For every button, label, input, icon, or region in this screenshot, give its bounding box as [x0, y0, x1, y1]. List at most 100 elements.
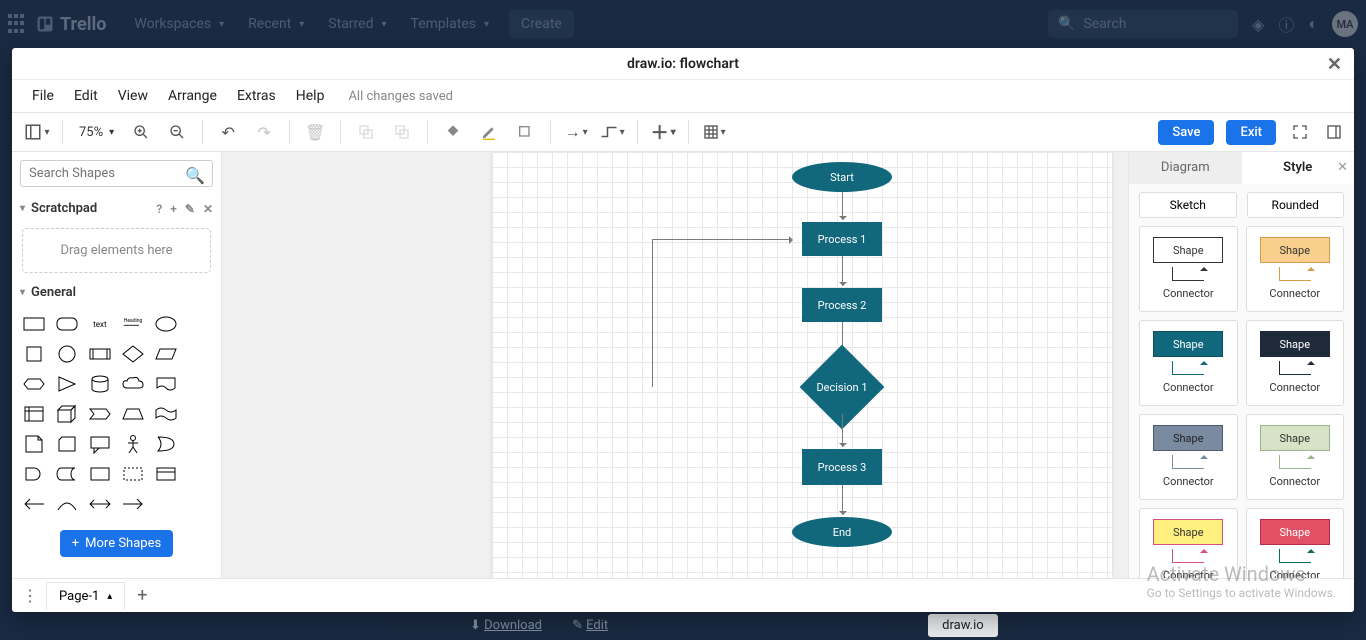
page-menu-button[interactable]: ⋮	[18, 584, 42, 608]
shape-cube[interactable]	[51, 400, 82, 428]
zoom-out-button[interactable]	[162, 118, 192, 146]
to-front-button[interactable]	[351, 118, 381, 146]
rounded-toggle[interactable]: Rounded	[1247, 192, 1345, 218]
delete-button[interactable]: 🗑	[300, 118, 330, 146]
menu-arrange[interactable]: Arrange	[160, 84, 225, 108]
more-shapes-button[interactable]: +More Shapes	[60, 530, 173, 557]
menu-view[interactable]: View	[110, 84, 156, 108]
connection-button[interactable]: →▾	[561, 118, 591, 146]
canvas[interactable]: Start Process 1 Process 2 Decision 1 Pro…	[222, 152, 1128, 578]
shadow-button[interactable]	[510, 118, 540, 146]
panel-close-icon[interactable]: ✕	[1337, 160, 1348, 175]
scratchpad-dropzone[interactable]: Drag elements here	[22, 228, 211, 273]
line-color-button[interactable]	[474, 118, 504, 146]
fc-decision-1[interactable]: Decision 1	[792, 362, 892, 412]
nav-recent[interactable]: Recent▾	[238, 10, 314, 38]
style-swatch-6[interactable]: ShapeConnector	[1139, 508, 1238, 578]
format-panel-toggle[interactable]	[1324, 122, 1344, 142]
style-swatch-7[interactable]: ShapeConnector	[1246, 508, 1345, 578]
nav-workspaces[interactable]: Workspaces▾	[124, 10, 234, 38]
shape-text[interactable]: text	[84, 310, 115, 338]
download-link[interactable]: ⬇ Download	[470, 618, 542, 633]
help-icon[interactable]: ⓘ	[1278, 12, 1294, 36]
fc-start[interactable]: Start	[792, 162, 892, 192]
shape-cloud[interactable]	[117, 370, 148, 398]
shape-arrow-right[interactable]	[117, 490, 148, 518]
scratchpad-help-icon[interactable]: ?	[156, 202, 162, 216]
table-button[interactable]: ▾	[699, 118, 729, 146]
style-swatch-0[interactable]: ShapeConnector	[1139, 226, 1238, 312]
shape-data-storage[interactable]	[51, 460, 82, 488]
view-mode-button[interactable]: ▾	[22, 118, 52, 146]
shape-note[interactable]	[18, 430, 49, 458]
scratchpad-edit-icon[interactable]: ✎	[185, 202, 195, 216]
shape-blank4[interactable]	[184, 400, 215, 428]
sketch-toggle[interactable]: Sketch	[1139, 192, 1237, 218]
nav-templates[interactable]: Templates▾	[401, 10, 500, 38]
menu-extras[interactable]: Extras	[229, 84, 284, 108]
page-tab-1[interactable]: Page-1▴	[46, 582, 125, 610]
search-shapes-input[interactable]	[20, 160, 213, 187]
tab-diagram[interactable]: Diagram	[1129, 152, 1242, 184]
shape-curve[interactable]	[51, 490, 82, 518]
apps-switcher-icon[interactable]	[8, 14, 28, 34]
shape-or[interactable]	[151, 430, 182, 458]
zoom-in-button[interactable]	[126, 118, 156, 146]
shape-document[interactable]	[151, 370, 182, 398]
shape-ellipse[interactable]	[151, 310, 182, 338]
fc-process-2[interactable]: Process 2	[802, 288, 882, 322]
shape-tape[interactable]	[151, 400, 182, 428]
theme-icon[interactable]: ◐	[1308, 14, 1318, 34]
shape-blank6[interactable]	[184, 460, 215, 488]
drawio-card[interactable]: draw.io	[928, 614, 998, 637]
zoom-level[interactable]: 75%▾	[73, 121, 120, 144]
shape-internal-storage[interactable]	[18, 400, 49, 428]
shape-blank3[interactable]	[184, 370, 215, 398]
edit-link[interactable]: Edit	[586, 618, 608, 633]
add-page-button[interactable]: +	[129, 583, 155, 609]
style-swatch-3[interactable]: ShapeConnector	[1246, 320, 1345, 406]
fill-color-button[interactable]	[438, 118, 468, 146]
shape-trapezoid[interactable]	[117, 400, 148, 428]
fc-process-1[interactable]: Process 1	[802, 222, 882, 256]
shape-circle[interactable]	[51, 340, 82, 368]
fc-end[interactable]: End	[792, 517, 892, 547]
shape-rounded-rectangle[interactable]	[51, 310, 82, 338]
exit-button[interactable]: Exit	[1226, 120, 1276, 145]
search-icon[interactable]: 🔍	[185, 166, 205, 185]
shape-container3[interactable]	[151, 460, 182, 488]
scratchpad-header[interactable]: ▾ Scratchpad ?+✎✕	[12, 195, 221, 222]
shape-textbox[interactable]: Heading━━━━━	[117, 310, 148, 338]
shape-callout[interactable]	[84, 430, 115, 458]
scratchpad-close-icon[interactable]: ✕	[203, 202, 213, 216]
shape-rectangle[interactable]	[18, 310, 49, 338]
general-header[interactable]: ▾ General	[12, 279, 221, 306]
menu-help[interactable]: Help	[288, 84, 333, 108]
insert-button[interactable]: ＋▾	[648, 118, 678, 146]
avatar[interactable]: MA	[1332, 11, 1358, 37]
shape-arrow-bidir[interactable]	[84, 490, 115, 518]
shape-container2[interactable]	[117, 460, 148, 488]
shape-arrow-left[interactable]	[18, 490, 49, 518]
shape-step[interactable]	[84, 400, 115, 428]
style-swatch-1[interactable]: ShapeConnector	[1246, 226, 1345, 312]
shape-diamond[interactable]	[117, 340, 148, 368]
shape-actor[interactable]	[117, 430, 148, 458]
menu-edit[interactable]: Edit	[66, 84, 106, 108]
shape-blank[interactable]	[184, 310, 215, 338]
waypoint-button[interactable]: ▾	[597, 118, 627, 146]
to-back-button[interactable]	[387, 118, 417, 146]
menu-file[interactable]: File	[24, 84, 62, 108]
style-swatch-2[interactable]: ShapeConnector	[1139, 320, 1238, 406]
notifications-icon[interactable]: ◈	[1252, 15, 1264, 34]
shape-hexagon[interactable]	[18, 370, 49, 398]
shape-square[interactable]	[18, 340, 49, 368]
save-button[interactable]: Save	[1158, 120, 1214, 145]
scratchpad-add-icon[interactable]: +	[170, 202, 177, 216]
trello-logo[interactable]: Trello	[36, 14, 106, 35]
shape-container[interactable]	[84, 460, 115, 488]
page-area[interactable]: Start Process 1 Process 2 Decision 1 Pro…	[492, 152, 1112, 578]
style-swatch-4[interactable]: ShapeConnector	[1139, 414, 1238, 500]
fc-process-3[interactable]: Process 3	[802, 449, 882, 485]
shape-and[interactable]	[18, 460, 49, 488]
